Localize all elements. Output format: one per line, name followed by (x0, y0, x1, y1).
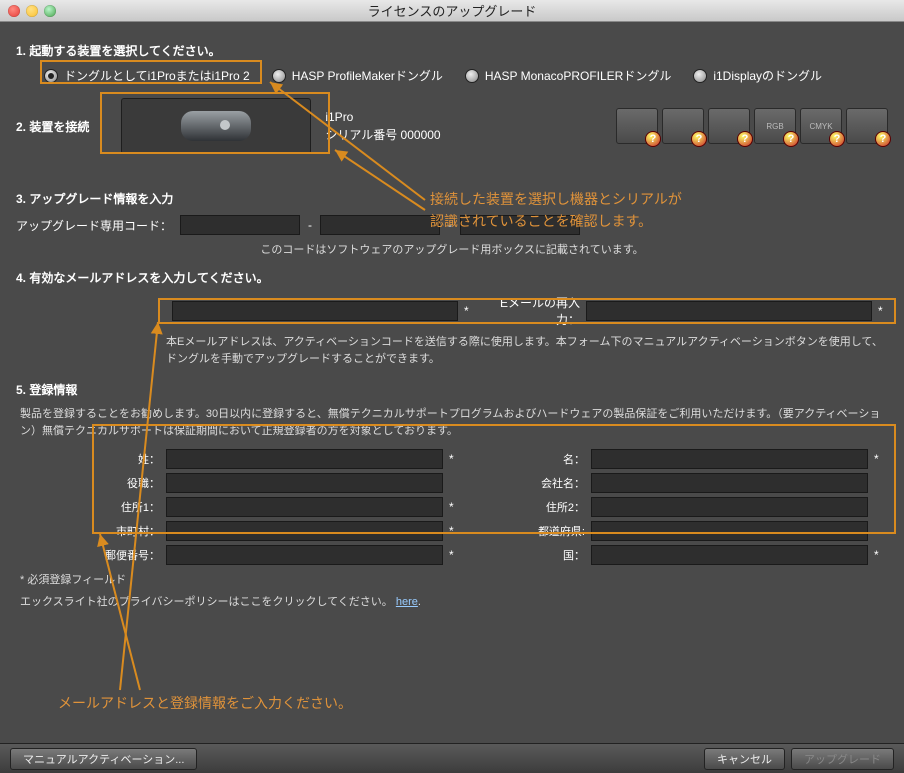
device-name: i1Pro (325, 108, 440, 126)
upgrade-code-1[interactable] (180, 215, 300, 235)
upgrade-code-help: このコードはソフトウェアのアップグレード用ボックスに記載されています。 (16, 241, 888, 257)
registration-intro: 製品を登録することをお勧めします。30日以内に登録すると、無償テクニカルサポート… (20, 406, 884, 439)
feature-icon-scanner[interactable]: ? (846, 108, 888, 144)
cancel-button[interactable]: キャンセル (704, 748, 785, 770)
privacy-policy-link[interactable]: here (396, 596, 418, 608)
city-input[interactable] (166, 521, 443, 541)
step4-label: 4. 有効なメールアドレスを入力してください。 (16, 269, 888, 286)
device-radio-group: ドングルとしてi1Proまたはi1Pro 2 HASP ProfileMaker… (44, 67, 888, 84)
email-input[interactable] (172, 301, 458, 321)
radio-label: HASP MonacoPROFILERドングル (485, 67, 672, 84)
feature-icon-display[interactable]: ? (662, 108, 704, 144)
feature-icon-cmyk[interactable]: CMYK? (800, 108, 842, 144)
lastname-input[interactable] (166, 449, 443, 469)
privacy-policy-line: エックスライト社のプライバシーポリシーはここをクリックしてください。 here. (20, 593, 884, 609)
title-label: 役職： (20, 475, 160, 491)
feature-icon-projector[interactable]: ? (708, 108, 750, 144)
feature-icon-monitor[interactable]: ? (616, 108, 658, 144)
radio-i1pro[interactable]: ドングルとしてi1Proまたはi1Pro 2 (44, 67, 250, 84)
callout-device: 接続した装置を選択し機器とシリアルが 認識されていることを確認します。 (430, 188, 682, 233)
dialog-footer: マニュアルアクティベーション... キャンセル アップグレード (0, 743, 904, 773)
upgrade-button[interactable]: アップグレード (791, 748, 894, 770)
device-thumbnail[interactable] (121, 98, 311, 154)
upgrade-code-2[interactable] (320, 215, 440, 235)
window-title: ライセンスのアップグレード (0, 1, 904, 20)
step1-label: 1. 起動する装置を選択してください。 (16, 42, 888, 59)
firstname-label: 名： (465, 451, 585, 467)
radio-hasp-monaco[interactable]: HASP MonacoPROFILERドングル (465, 67, 672, 84)
country-input[interactable] (591, 545, 868, 565)
registration-grid: 姓：* 名：* 役職： 会社名： 住所1：* 住所2： 市町村：* 都道府県: … (20, 449, 884, 565)
radio-label: ドングルとしてi1Proまたはi1Pro 2 (64, 67, 250, 84)
company-input[interactable] (591, 473, 868, 493)
radio-icon (44, 69, 58, 83)
address2-input[interactable] (591, 497, 868, 517)
title-input[interactable] (166, 473, 443, 493)
device-info: i1Pro シリアル番号 000000 (325, 108, 440, 144)
city-label: 市町村： (20, 523, 160, 539)
firstname-input[interactable] (591, 449, 868, 469)
email-reenter-label: Eメールの再入力： (480, 294, 580, 328)
radio-hasp-profilemaker[interactable]: HASP ProfileMakerドングル (272, 67, 443, 84)
radio-icon (272, 69, 286, 83)
company-label: 会社名： (465, 475, 585, 491)
radio-label: i1Displayのドングル (713, 67, 822, 84)
country-label: 国： (465, 547, 585, 563)
postal-input[interactable] (166, 545, 443, 565)
step2-label: 2. 装置を接続 (16, 118, 89, 135)
state-input[interactable] (591, 521, 868, 541)
radio-icon (465, 69, 479, 83)
callout-form: メールアドレスと登録情報をご入力ください。 (58, 692, 352, 714)
step5-label: 5. 登録情報 (16, 381, 888, 398)
state-label: 都道府県: (465, 523, 585, 539)
feature-status-icons: ? ? ? RGB? CMYK? ? (616, 108, 888, 144)
manual-activation-button[interactable]: マニュアルアクティベーション... (10, 748, 197, 770)
email-reenter-input[interactable] (586, 301, 872, 321)
device-icon (181, 111, 251, 141)
email-note: 本Eメールアドレスは、アクティベーションコードを送信する際に使用します。本フォー… (166, 334, 884, 367)
feature-icon-rgb[interactable]: RGB? (754, 108, 796, 144)
lastname-label: 姓： (20, 451, 160, 467)
postal-label: 郵便番号： (20, 547, 160, 563)
radio-i1display[interactable]: i1Displayのドングル (693, 67, 822, 84)
required-note: * 必須登録フィールド (20, 571, 884, 587)
address1-label: 住所1： (20, 499, 160, 515)
address2-label: 住所2： (465, 499, 585, 515)
window-titlebar: ライセンスのアップグレード (0, 0, 904, 22)
radio-icon (693, 69, 707, 83)
address1-input[interactable] (166, 497, 443, 517)
upgrade-code-label: アップグレード専用コード： (16, 217, 172, 234)
device-serial: シリアル番号 000000 (325, 126, 440, 144)
radio-label: HASP ProfileMakerドングル (292, 67, 443, 84)
